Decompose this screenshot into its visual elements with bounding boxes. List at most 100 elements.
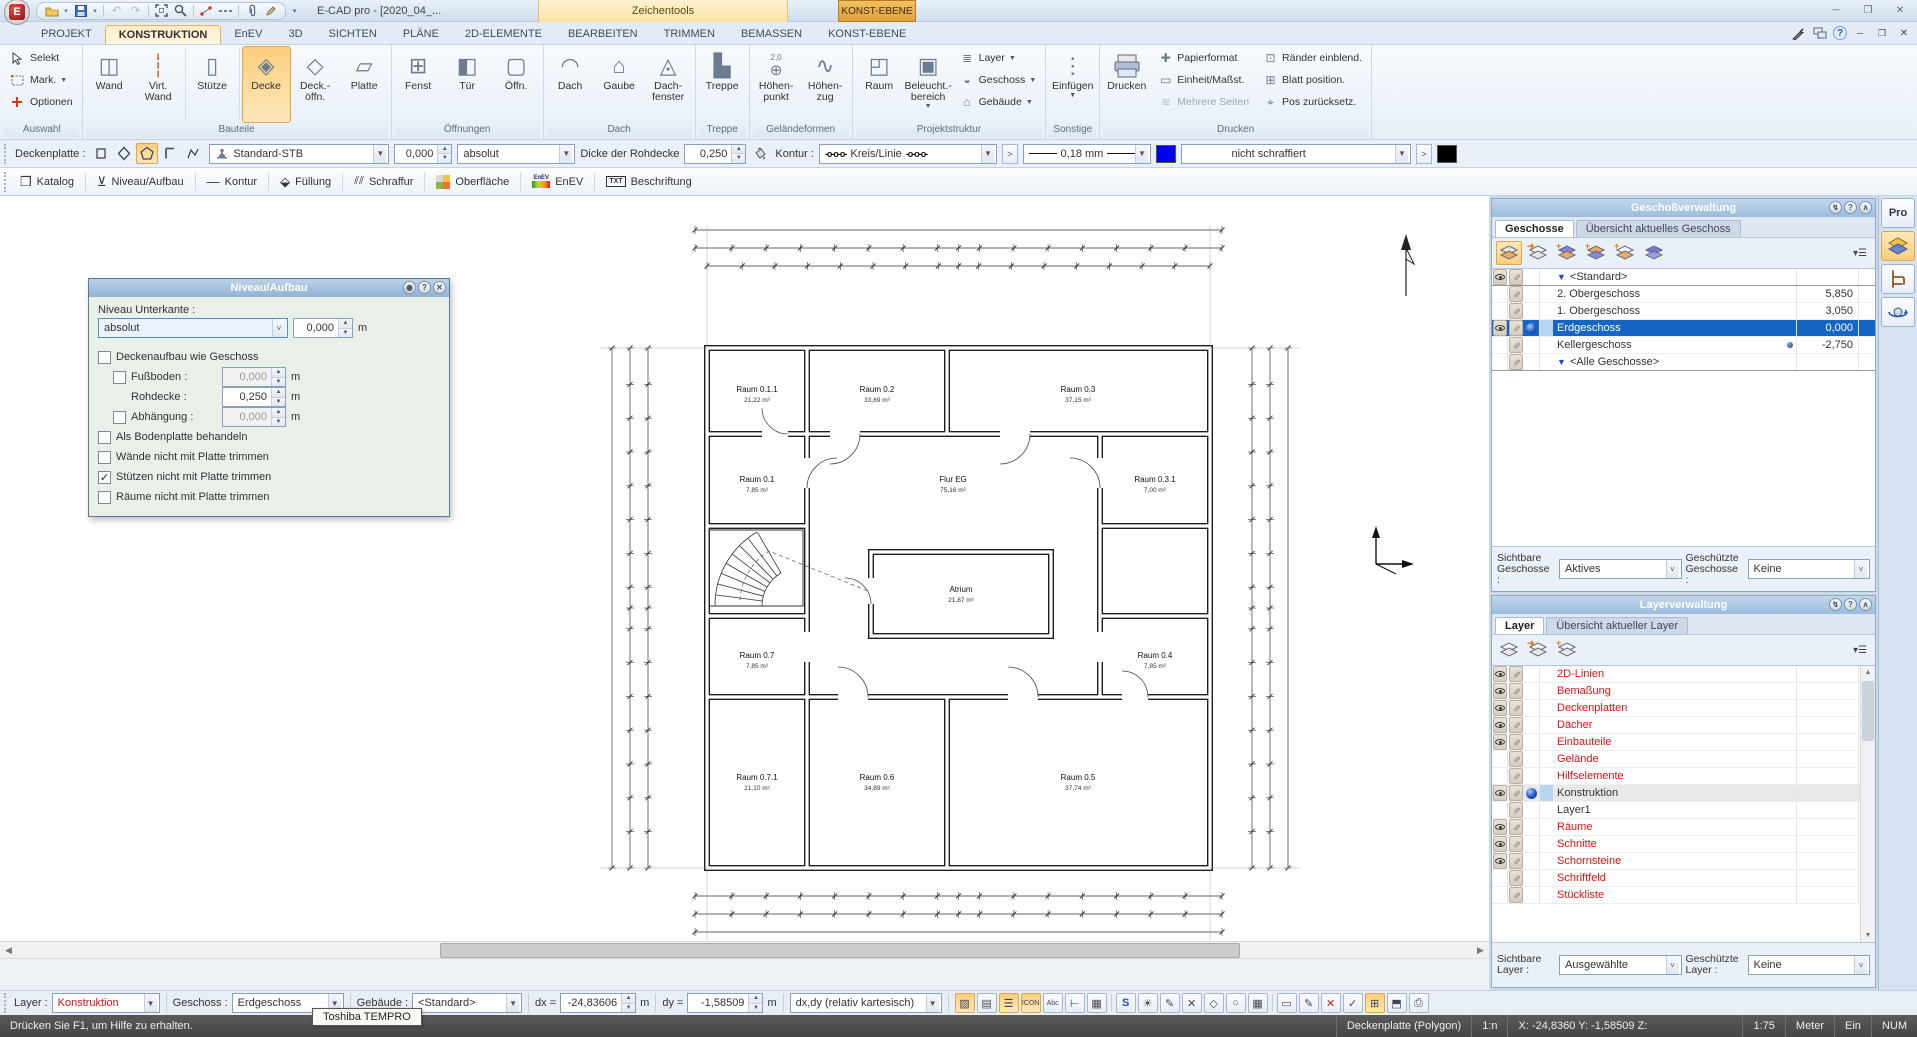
ribbon-button-pos-zurücksetz-[interactable]: ⌖Pos zurücksetz.: [1258, 92, 1367, 112]
ribbon-button-virt-wand[interactable]: ┆Virt. Wand: [134, 46, 183, 123]
ribbon-button-deck-öffn-[interactable]: ◇Deck.- öffn.: [291, 46, 340, 123]
value-cell[interactable]: [1797, 717, 1859, 733]
edit-cell[interactable]: ✎: [1509, 734, 1523, 750]
layer-row[interactable]: ✎ Hilfselemente: [1492, 768, 1875, 785]
visibility-cell[interactable]: [1493, 853, 1507, 869]
value-cell[interactable]: [1797, 870, 1859, 886]
ribbon-button-tür[interactable]: ◧Tür: [443, 46, 492, 123]
save-dropdown-icon[interactable]: ▾: [91, 3, 99, 18]
doc-close-icon[interactable]: ✕: [1895, 25, 1913, 41]
value-cell[interactable]: [1797, 819, 1859, 835]
edit-cell[interactable]: ✎: [1509, 717, 1523, 733]
ribbon-button-gebäude[interactable]: ⌂Gebäude▼: [955, 92, 1042, 112]
layer-tool-2-icon[interactable]: +: [1554, 638, 1580, 662]
value-cell[interactable]: 3,050: [1797, 303, 1859, 319]
help-icon[interactable]: ?: [1833, 26, 1847, 40]
horizontal-scrollbar[interactable]: ◀ ▶: [0, 941, 1489, 958]
linewidth-combo[interactable]: 0,18 mm ▼: [1023, 144, 1151, 164]
value-cell[interactable]: [1797, 836, 1859, 852]
value-spinner[interactable]: 0,250▲▼: [222, 387, 286, 407]
edit-cell[interactable]: ✎: [1509, 819, 1523, 835]
ribbon-button-mehrere-seiten[interactable]: ≋Mehrere Seiten: [1153, 92, 1254, 112]
checkbox[interactable]: [98, 351, 111, 364]
undo-icon[interactable]: ↶: [108, 3, 125, 18]
name-cell[interactable]: Hilfselemente: [1553, 768, 1783, 784]
visibility-cell[interactable]: [1492, 354, 1508, 370]
doc-restore-icon[interactable]: ❐: [1873, 25, 1891, 41]
visibility-cell[interactable]: [1493, 734, 1507, 750]
edit-cell[interactable]: ✎: [1509, 751, 1523, 767]
edit-cell[interactable]: ✎: [1509, 887, 1523, 903]
layer-row[interactable]: ✎Räume: [1492, 819, 1875, 836]
protected-geschosse-combo[interactable]: Keine˅: [1748, 559, 1871, 579]
panel-help-icon[interactable]: ?: [1844, 201, 1857, 214]
open-dropdown-icon[interactable]: ▾: [62, 3, 70, 18]
style-tool-icon[interactable]: [1789, 25, 1807, 41]
visibility-cell[interactable]: [1493, 836, 1507, 852]
dialog-title-bar[interactable]: Niveau/Aufbau ◉ ? ✕: [89, 279, 449, 297]
visibility-cell[interactable]: [1493, 683, 1507, 699]
name-cell[interactable]: Erdgeschoss: [1553, 320, 1783, 336]
ribbon-button-einheit-maßst-[interactable]: ▭Einheit/Maßst.: [1153, 70, 1254, 90]
layer-row[interactable]: ✎Konstruktion: [1492, 785, 1875, 802]
dialog-help-icon[interactable]: ?: [418, 281, 431, 294]
visibility-cell[interactable]: [1492, 286, 1508, 302]
snap-circle-icon[interactable]: ○: [1226, 993, 1246, 1013]
context-tab-konst-ebene[interactable]: KONST-EBENE: [838, 0, 916, 22]
save-icon[interactable]: [72, 3, 89, 18]
magnifier-icon[interactable]: [172, 3, 189, 18]
shape-polygon-button[interactable]: [136, 143, 158, 164]
ribbon-button-einfügen[interactable]: ⋮Einfügen▼: [1048, 46, 1097, 123]
dialog-close-icon[interactable]: ✕: [433, 281, 446, 294]
preset-combo[interactable]: Standard-STB▼: [209, 144, 389, 164]
dy-spinner[interactable]: -1,58509▲▼: [687, 993, 763, 1013]
name-cell[interactable]: Dächer: [1553, 717, 1783, 733]
layer-panel-title[interactable]: Layerverwaltung ↯ ? ∧: [1492, 596, 1875, 614]
coord-mode-combo[interactable]: dx,dy (relativ kartesisch)▼: [790, 993, 942, 1013]
tab-konstruktion[interactable]: KONSTRUKTION: [105, 25, 222, 44]
attach-icon[interactable]: [243, 3, 260, 18]
checkbox[interactable]: [98, 491, 111, 504]
edit-cell[interactable]: ✎: [1509, 768, 1523, 784]
dx-spinner[interactable]: -24,83606▲▼: [560, 993, 636, 1013]
tab-trimmen[interactable]: TRIMMEN: [651, 25, 728, 44]
name-cell[interactable]: ▼<Alle Geschosse>: [1553, 354, 1783, 370]
name-cell[interactable]: Kellergeschoss: [1553, 337, 1783, 353]
layer-tab-layer[interactable]: Layer: [1495, 617, 1544, 634]
edit-cell[interactable]: ✎: [1509, 286, 1523, 302]
layer-row[interactable]: ✎Einbauteile: [1492, 734, 1875, 751]
geschoss-tool-3-icon[interactable]: +: [1583, 241, 1609, 265]
edit-cell[interactable]: ✎: [1509, 870, 1523, 886]
geschoss-row[interactable]: ✎Erdgeschoss0,000: [1492, 320, 1875, 337]
visibility-cell[interactable]: [1493, 269, 1507, 285]
context-tab-zeichentools[interactable]: Zeichentools: [538, 0, 788, 22]
value-cell[interactable]: [1797, 802, 1859, 818]
ribbon-button-mark-[interactable]: Mark.▼: [6, 70, 78, 90]
pen-icon[interactable]: [262, 3, 279, 18]
visible-geschosse-combo[interactable]: Aktives˅: [1559, 559, 1682, 579]
linetype-toggle-icon[interactable]: ☰: [999, 993, 1019, 1013]
name-cell[interactable]: Schornsteine: [1553, 853, 1783, 869]
lighting-icon[interactable]: ☀: [1138, 993, 1158, 1013]
name-cell[interactable]: Stückliste: [1553, 887, 1783, 903]
windows-icon[interactable]: [1811, 25, 1829, 41]
minimize-icon[interactable]: ─: [1823, 2, 1849, 18]
plane-toggle-icon[interactable]: ▤: [977, 993, 997, 1013]
layer-list-scrollbar[interactable]: ▲▼: [1860, 666, 1875, 942]
name-cell[interactable]: Deckenplatten: [1553, 700, 1783, 716]
geschoss-tool-4-icon[interactable]: +: [1612, 241, 1638, 265]
layer-row[interactable]: ✎Schornsteine: [1492, 853, 1875, 870]
geschoss-panel-title[interactable]: Geschoßverwaltung ↯ ? ∧: [1492, 199, 1875, 217]
geschoss-tab-übersicht-aktuelles-geschoss[interactable]: Übersicht aktuelles Geschoss: [1576, 220, 1741, 237]
tool-niveau-aufbau[interactable]: ⊻Niveau/Aufbau: [89, 171, 192, 193]
construction-line-icon[interactable]: [217, 3, 234, 18]
tool-kontur[interactable]: —Kontur: [199, 171, 265, 193]
name-cell[interactable]: Layer1: [1553, 802, 1783, 818]
value-cell[interactable]: [1797, 269, 1859, 285]
status-snap-state[interactable]: Ein: [1834, 1015, 1871, 1037]
layer-row[interactable]: ✎Layer1: [1492, 802, 1875, 819]
geschoss-manager-button[interactable]: [1881, 231, 1915, 261]
apply-check-icon[interactable]: ✓: [1343, 993, 1363, 1013]
checkbox[interactable]: [98, 451, 111, 464]
visibility-cell[interactable]: [1492, 802, 1508, 818]
